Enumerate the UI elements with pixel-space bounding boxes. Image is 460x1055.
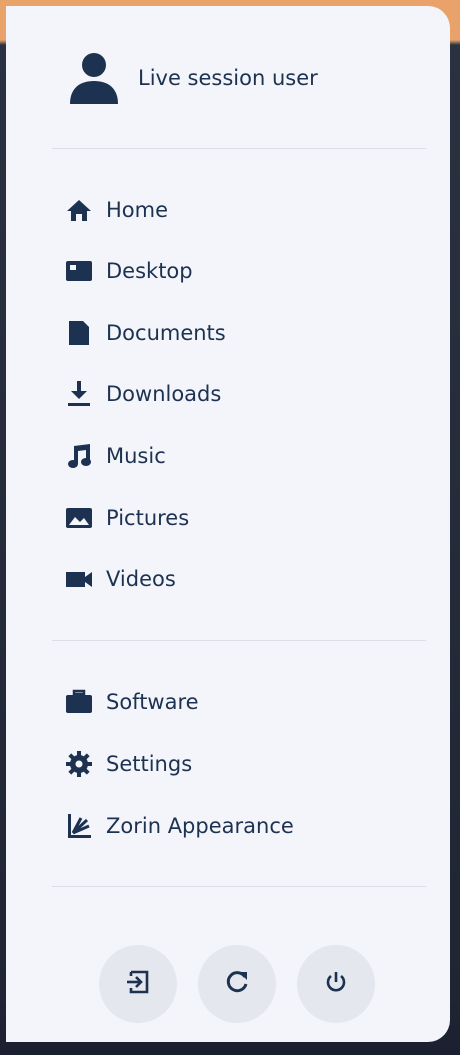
picture-icon	[64, 503, 94, 533]
desktop-icon	[64, 256, 94, 286]
menu-item-label: Pictures	[106, 506, 190, 530]
menu-item-label: Videos	[106, 567, 176, 591]
menu-item-home[interactable]: Home	[64, 190, 168, 230]
menu-item-desktop[interactable]: Desktop	[64, 251, 193, 291]
download-icon	[64, 379, 94, 409]
menu-item-music[interactable]: Music	[64, 436, 166, 476]
divider	[52, 640, 426, 641]
document-icon	[64, 318, 94, 348]
logout-icon	[125, 969, 151, 999]
music-icon	[64, 441, 94, 471]
menu-item-downloads[interactable]: Downloads	[64, 374, 221, 414]
menu-item-label: Documents	[106, 321, 226, 345]
restart-icon	[224, 969, 250, 999]
menu-item-documents[interactable]: Documents	[64, 313, 226, 353]
menu-item-label: Software	[106, 690, 199, 714]
menu-item-zorin-appearance[interactable]: Zorin Appearance	[64, 806, 294, 846]
start-menu-panel: Live session user Home Desktop Documents	[6, 6, 450, 1042]
divider	[52, 886, 426, 887]
power-icon	[324, 970, 348, 998]
menu-item-label: Zorin Appearance	[106, 814, 294, 838]
menu-item-label: Music	[106, 444, 166, 468]
menu-item-label: Downloads	[106, 382, 222, 406]
menu-item-label: Desktop	[106, 259, 193, 283]
menu-item-software[interactable]: Software	[64, 682, 199, 722]
logout-button[interactable]	[99, 945, 177, 1023]
home-icon	[64, 195, 94, 225]
restart-button[interactable]	[198, 945, 276, 1023]
menu-item-label: Home	[106, 198, 169, 222]
appearance-icon	[64, 811, 94, 841]
menu-item-pictures[interactable]: Pictures	[64, 498, 189, 538]
divider	[52, 148, 426, 149]
menu-item-settings[interactable]: Settings	[64, 744, 192, 784]
briefcase-icon	[64, 687, 94, 717]
user-name: Live session user	[138, 66, 318, 90]
gear-icon	[64, 749, 94, 779]
power-button[interactable]	[297, 945, 375, 1023]
user-icon	[68, 50, 120, 106]
video-icon	[64, 564, 94, 594]
user-account-row[interactable]: Live session user	[68, 50, 318, 106]
menu-item-label: Settings	[106, 752, 193, 776]
menu-item-videos[interactable]: Videos	[64, 559, 176, 599]
